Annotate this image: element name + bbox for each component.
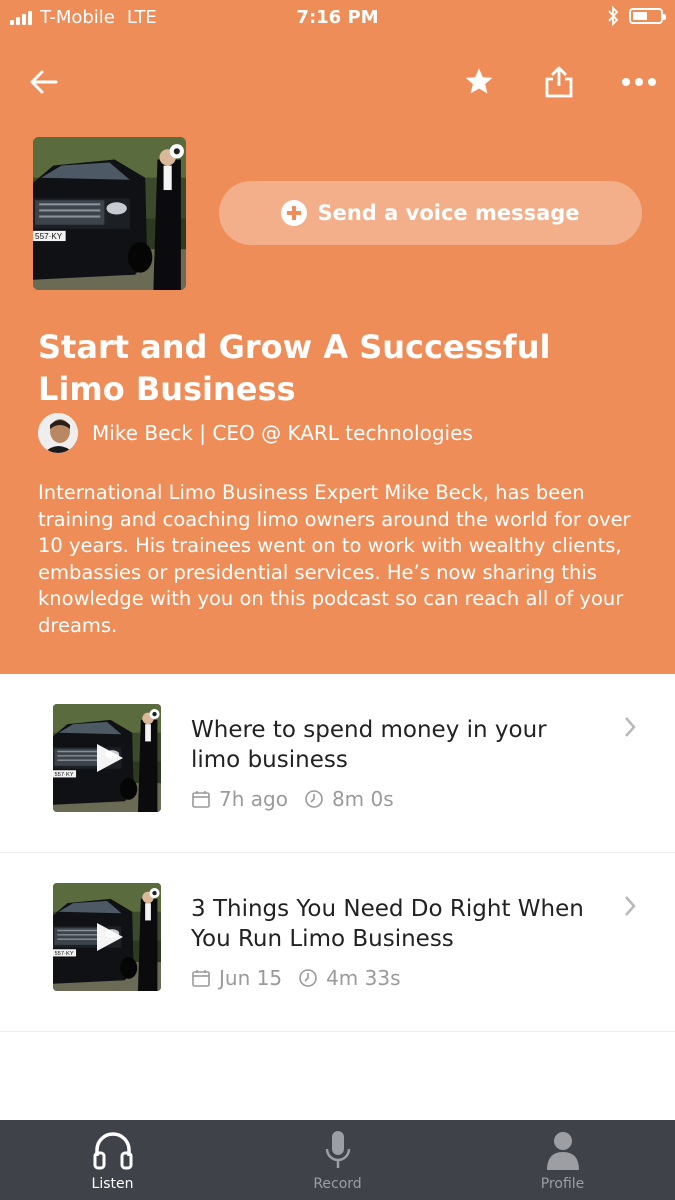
status-right [607, 6, 666, 26]
more-dots-icon [622, 78, 656, 86]
tab-record-label: Record [313, 1176, 362, 1192]
status-time: 7:16 PM [296, 7, 379, 28]
calendar-icon [192, 970, 210, 987]
episode-thumbnail [53, 883, 161, 991]
favorite-button[interactable] [457, 60, 501, 104]
battery-level [633, 12, 647, 20]
episode-thumbnail [53, 704, 161, 812]
microphone-icon [325, 1131, 350, 1168]
tab-record[interactable]: Record [225, 1120, 450, 1200]
plus-icon [281, 200, 308, 226]
back-button[interactable] [22, 60, 66, 104]
podcast-cover-image [33, 137, 186, 290]
arrow-left-icon [30, 70, 58, 94]
episode-date: 7h ago [219, 787, 288, 811]
person-icon [546, 1132, 579, 1170]
share-icon [545, 66, 573, 98]
tab-profile-label: Profile [540, 1176, 585, 1192]
star-icon [465, 68, 493, 94]
chevron-right-icon [625, 717, 636, 737]
battery-icon [629, 8, 666, 24]
podcast-title: Start and Grow A Successful Limo Busines… [38, 328, 551, 408]
clock-icon [305, 790, 323, 808]
episode-date: Jun 15 [219, 966, 283, 990]
chevron-right-icon [625, 896, 636, 916]
status-bar: T-Mobile LTE 7:16 PM [0, 0, 675, 36]
episode-item[interactable]: 3 Things You Need Do Right When You Run … [0, 853, 675, 1032]
author-name: Mike Beck | CEO @ KARL technologies [92, 421, 473, 445]
podcast-author[interactable]: Mike Beck | CEO @ KARL technologies [38, 413, 473, 453]
tab-bar: Listen Record Profile [0, 1120, 675, 1200]
episode-meta: 7h ago 8m 0s [191, 787, 394, 811]
tab-listen[interactable]: Listen [0, 1120, 225, 1200]
play-icon [97, 744, 123, 772]
tab-listen-label: Listen [91, 1176, 134, 1192]
tab-profile[interactable]: Profile [450, 1120, 675, 1200]
author-avatar [38, 413, 78, 453]
calendar-icon [192, 791, 210, 808]
send-voice-message-button[interactable]: Send a voice message [219, 181, 642, 245]
episode-meta: Jun 15 4m 33s [191, 966, 401, 990]
podcast-header: T-Mobile LTE 7:16 PM Send a voice messag… [0, 0, 675, 674]
clock-icon [299, 969, 317, 987]
episode-duration: 4m 33s [326, 966, 401, 990]
play-icon [97, 923, 123, 951]
more-button[interactable] [617, 60, 661, 104]
episode-title: Where to spend money in your limo busine… [191, 717, 547, 773]
episode-duration: 8m 0s [331, 787, 394, 811]
episode-title: 3 Things You Need Do Right When You Run … [191, 896, 584, 952]
send-voice-message-label: Send a voice message [317, 201, 580, 225]
share-button[interactable] [537, 60, 581, 104]
episode-item[interactable]: Where to spend money in your limo busine… [0, 674, 675, 853]
podcast-description: International Limo Business Expert Mike … [38, 481, 631, 637]
bluetooth-icon [608, 6, 619, 26]
headphones-icon [93, 1132, 132, 1170]
